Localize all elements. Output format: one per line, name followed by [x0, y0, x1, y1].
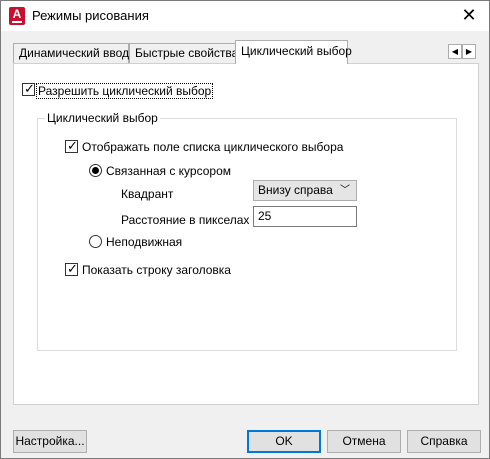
cursor-dependent-radio[interactable] [89, 164, 102, 177]
cancel-button[interactable]: Отмена [327, 430, 401, 453]
tab-selection-cycling[interactable]: Циклический выбор [235, 40, 352, 64]
close-icon[interactable]: ✕ [457, 4, 481, 28]
static-radio[interactable] [89, 235, 102, 248]
cursor-dependent-label[interactable]: Связанная с курсором [106, 164, 231, 178]
show-list-label[interactable]: Отображать поле списка циклического выбо… [82, 140, 343, 154]
chevron-down-icon: ﹀ [340, 185, 350, 196]
enable-cycling-checkbox[interactable]: ✓ [22, 81, 35, 96]
distance-label: Расстояние в пикселах [121, 213, 250, 227]
static-label[interactable]: Неподвижная [106, 235, 182, 249]
cycling-group-title: Циклический выбор [45, 111, 160, 125]
ok-button[interactable]: OK [247, 430, 321, 453]
radio-dot [92, 167, 99, 174]
quadrant-select[interactable]: Внизу справа ﹀ [253, 180, 357, 201]
help-button[interactable]: Справка [407, 430, 481, 453]
enable-cycling-label[interactable]: Разрешить циклический выбор [36, 83, 214, 99]
show-title-checkbox[interactable]: ✓ [65, 261, 78, 276]
tab-scroll-right-icon[interactable]: ▶ [462, 44, 476, 59]
checkmark-icon: ✓ [67, 261, 78, 276]
quadrant-label: Квадрант [121, 187, 174, 201]
window-title: Режимы рисования [32, 8, 149, 23]
checkmark-icon: ✓ [67, 138, 78, 153]
quadrant-value: Внизу справа [258, 183, 333, 197]
tab-dynamic-input[interactable]: Динамический ввод [13, 43, 129, 63]
show-title-label[interactable]: Показать строку заголовка [82, 263, 231, 277]
distance-input[interactable]: 25 [253, 206, 357, 227]
title-bar[interactable]: A Режимы рисования ✕ [1, 1, 489, 31]
autocad-app-icon: A [9, 7, 25, 25]
tab-scroll-left-icon[interactable]: ◀ [448, 44, 462, 59]
checkmark-icon: ✓ [24, 81, 35, 96]
show-list-checkbox[interactable]: ✓ [65, 138, 78, 153]
settings-button[interactable]: Настройка... [13, 430, 87, 453]
dialog-window: A Режимы рисования ✕ Динамический ввод Б… [0, 0, 490, 459]
tab-quick-properties[interactable]: Быстрые свойства [129, 43, 238, 63]
